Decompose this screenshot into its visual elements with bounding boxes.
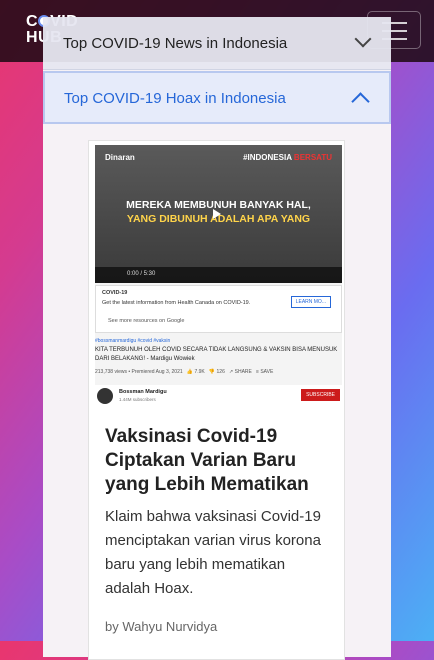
- accordion-news-title: Top COVID-19 News in Indonesia: [63, 35, 288, 52]
- video-channel-label: Dinaran: [105, 153, 135, 162]
- article-byline: by Wahyu Nurvidya: [105, 619, 218, 634]
- article-thumbnail[interactable]: Dinaran #INDONESIA BERSATU MEREKA MEMBUN…: [95, 145, 342, 406]
- article-description: Klaim bahwa vaksinasi Covid-19 menciptak…: [105, 508, 321, 597]
- accordion-hoax-title: Top COVID-19 Hoax in Indonesia: [64, 90, 286, 107]
- hoax-article-card[interactable]: Dinaran #INDONESIA BERSATU MEREKA MEMBUN…: [88, 140, 345, 660]
- chevron-up-icon: [351, 92, 370, 111]
- accordion-news-header[interactable]: Top COVID-19 News in Indonesia: [43, 17, 391, 70]
- video-title: #bossmanmardigu #covid #vaksin KITA TERB…: [95, 338, 338, 362]
- chevron-down-icon: [354, 30, 372, 48]
- video-controls: 0:00 / 5:30: [95, 267, 342, 283]
- video-time: 0:00 / 5:30: [127, 271, 156, 277]
- accordion-hoax-header[interactable]: Top COVID-19 Hoax in Indonesia: [43, 71, 391, 124]
- video-hashtag: #INDONESIA BERSATU: [243, 153, 332, 162]
- covid-info-panel: COVID-19 Get the latest information from…: [95, 285, 342, 333]
- article-title[interactable]: Vaksinasi Covid-19 Ciptakan Varian Baru …: [105, 425, 325, 497]
- subscribe-badge: SUBSCRIBE: [301, 389, 340, 401]
- play-icon: [213, 209, 221, 219]
- channel-row: Bossman Mardigu 1.44M subscribers SUBSCR…: [95, 385, 342, 406]
- avatar: [97, 388, 113, 404]
- video-meta: 213,738 views • Premiered Aug 3, 2021 👍 …: [95, 369, 274, 375]
- video-player: Dinaran #INDONESIA BERSATU MEREKA MEMBUN…: [95, 145, 342, 283]
